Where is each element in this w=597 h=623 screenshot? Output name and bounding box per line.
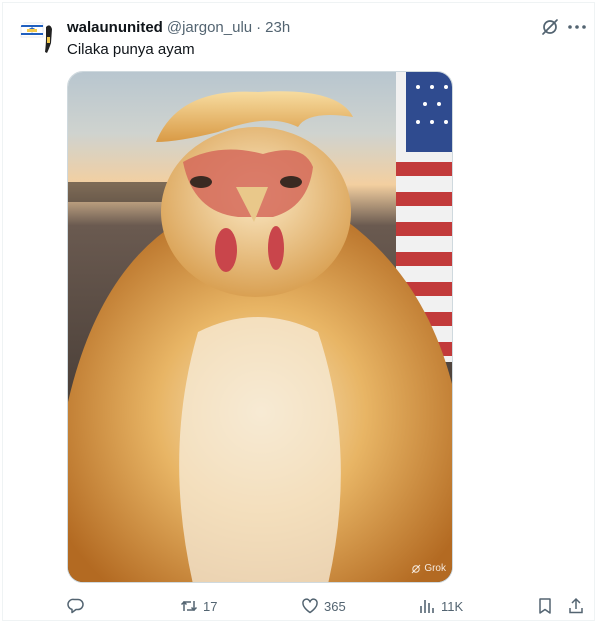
more-icon[interactable] [565,17,589,37]
like-count: 365 [324,598,346,614]
avatar[interactable] [17,17,59,59]
bookmark-icon [539,598,551,614]
display-name[interactable]: walaununited [67,19,163,36]
retweet-button[interactable]: 17 [180,596,217,616]
grok-watermark: Grok [411,563,446,574]
views-icon [420,600,434,613]
user-handle[interactable]: @jargon_ulu [167,19,252,36]
bookmark-button[interactable] [536,596,554,616]
timestamp[interactable]: 23h [265,19,290,36]
tweet-card[interactable]: walaununited @jargon_ulu · 23h Cilaka pu… [2,2,595,621]
retweet-count: 17 [203,598,218,614]
grok-icon[interactable] [540,17,560,37]
like-button[interactable]: 365 [301,596,346,616]
tweet-text: Cilaka punya ayam [67,41,195,58]
grok-watermark-icon [411,564,421,573]
tweet-image[interactable]: Grok [67,71,453,583]
views-count: 11K [441,598,464,614]
tweet-header: walaununited @jargon_ulu · 23h [67,17,290,37]
share-icon [569,597,583,614]
reply-button[interactable] [67,596,90,616]
share-button[interactable] [567,596,585,616]
views-button[interactable]: 11K [418,596,463,616]
separator-dot: · [256,18,262,36]
watermark-label: Grok [424,563,446,574]
retweet-icon [180,600,198,612]
action-bar: 17 365 11K [67,596,589,616]
heart-icon [302,598,318,614]
reply-icon [67,598,84,614]
